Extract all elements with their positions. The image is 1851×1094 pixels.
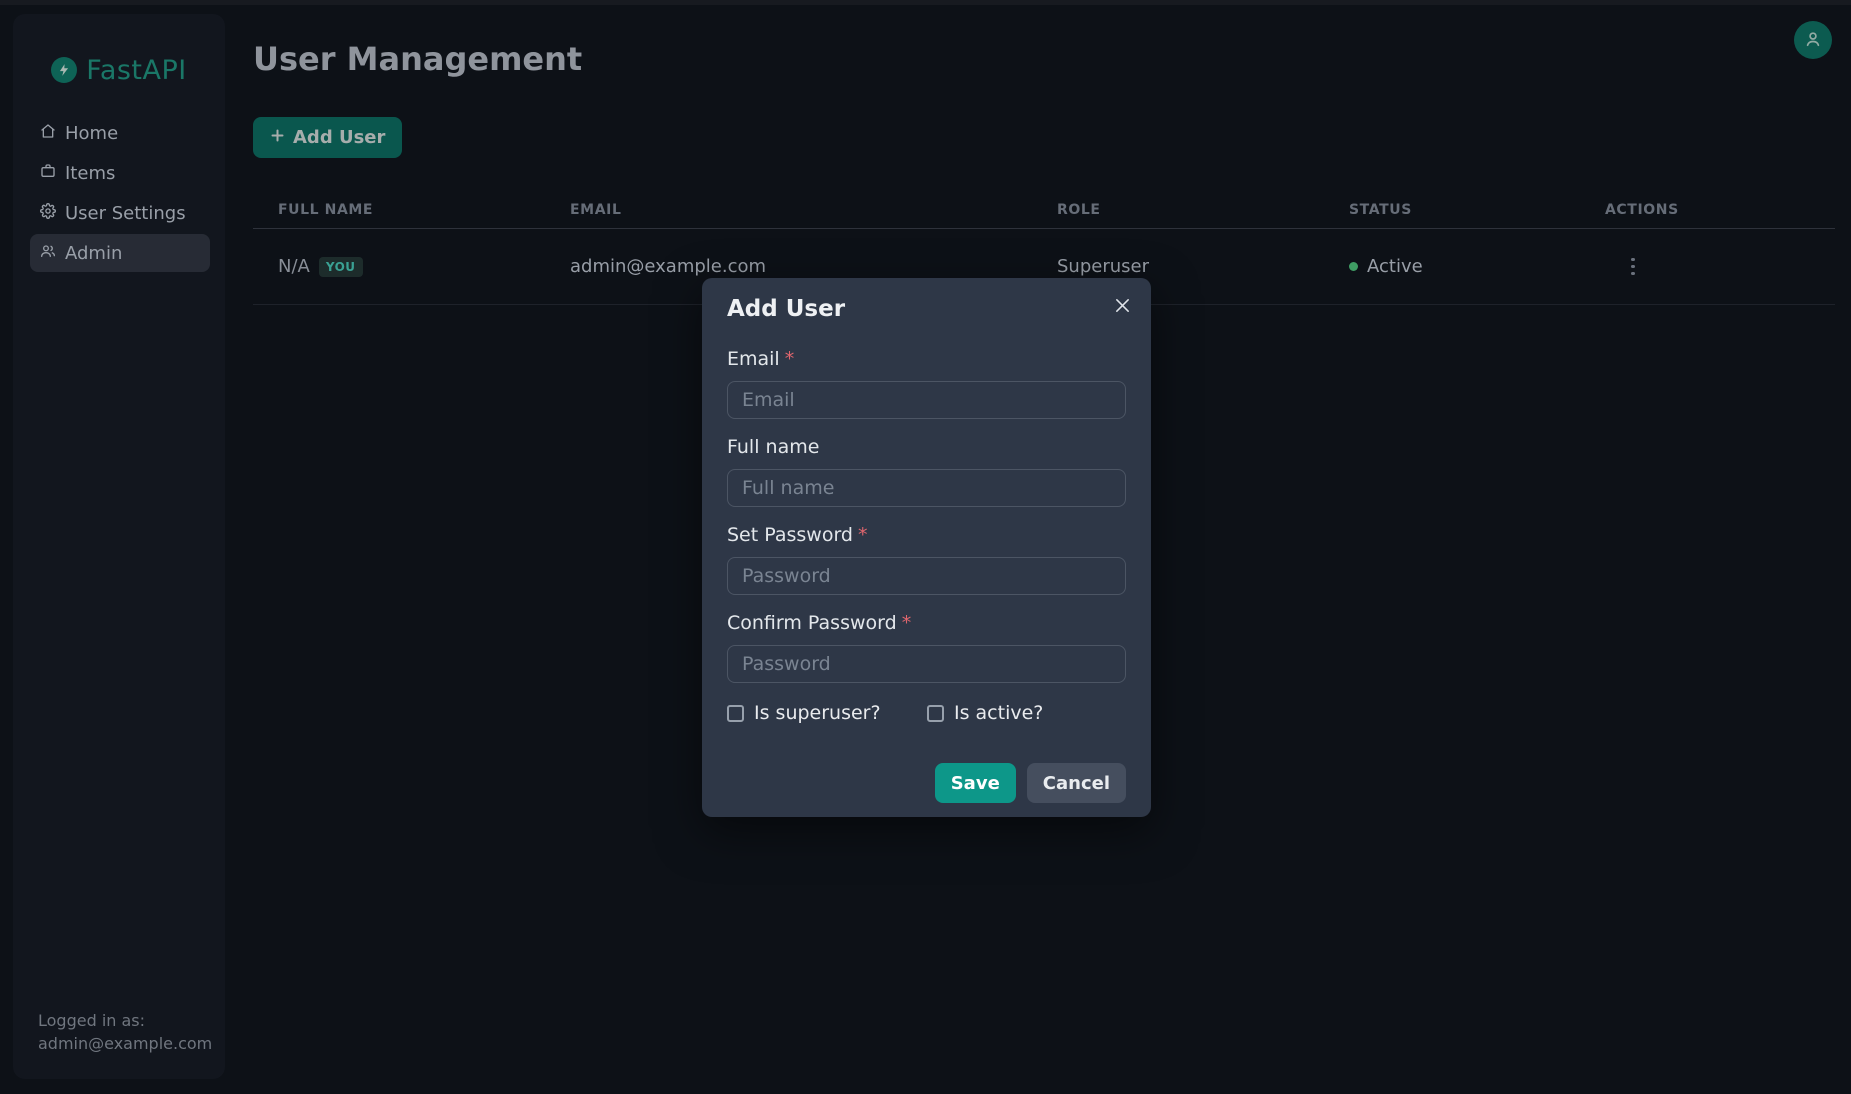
cell-status: Active	[1324, 256, 1580, 277]
close-icon[interactable]	[1109, 292, 1135, 318]
confirm-password-field[interactable]	[727, 645, 1126, 683]
full-name-field[interactable]	[727, 469, 1126, 507]
full-name-value: N/A	[278, 256, 310, 277]
user-avatar-icon	[1803, 29, 1823, 52]
logged-in-as-label: Logged in as:	[38, 1009, 212, 1032]
label-text: Email	[727, 348, 780, 370]
column-header-email: EMAIL	[545, 202, 1032, 218]
active-status-dot	[1349, 262, 1358, 271]
modal-actions: Save Cancel	[727, 763, 1126, 803]
column-header-full-name: FULL NAME	[253, 202, 545, 218]
sidebar-item-items[interactable]: Items	[30, 154, 210, 192]
cancel-button[interactable]: Cancel	[1027, 763, 1126, 803]
sidebar-nav: Home Items User Settings Admin	[13, 114, 225, 272]
is-superuser-checkbox-group[interactable]: Is superuser?	[727, 702, 927, 724]
table-header-row: FULL NAME EMAIL ROLE STATUS ACTIONS	[253, 192, 1835, 229]
sidebar-item-admin[interactable]: Admin	[30, 234, 210, 272]
gear-icon	[40, 203, 56, 224]
brand-name: FastAPI	[86, 55, 186, 86]
plus-icon	[270, 127, 285, 148]
column-header-status: STATUS	[1324, 202, 1580, 218]
column-header-actions: ACTIONS	[1580, 202, 1835, 218]
modal-checkboxes-row: Is superuser? Is active?	[727, 702, 1126, 724]
page-title: User Management	[253, 40, 582, 78]
is-active-checkbox[interactable]	[927, 705, 944, 722]
required-marker: *	[858, 524, 868, 546]
sidebar-item-label: User Settings	[65, 203, 186, 224]
full-name-field-label: Full name	[727, 436, 1126, 458]
cell-full-name: N/A YOU	[253, 256, 545, 277]
label-text: Full name	[727, 436, 819, 458]
sidebar-item-label: Items	[65, 163, 115, 184]
set-password-field-group: Set Password*	[727, 524, 1126, 595]
is-superuser-checkbox[interactable]	[727, 705, 744, 722]
confirm-password-field-label: Confirm Password*	[727, 612, 1126, 634]
add-user-modal: Add User Email* Full name Set Password* …	[702, 278, 1151, 817]
required-marker: *	[785, 348, 795, 370]
add-user-button-label: Add User	[293, 127, 385, 148]
top-edge-strip	[0, 0, 1851, 5]
row-actions-kebab-menu-icon[interactable]	[1627, 254, 1639, 280]
is-superuser-label: Is superuser?	[754, 702, 881, 724]
add-user-button[interactable]: Add User	[253, 117, 402, 158]
home-icon	[40, 123, 56, 144]
briefcase-icon	[40, 163, 56, 184]
required-marker: *	[902, 612, 912, 634]
logged-in-email: admin@example.com	[38, 1032, 212, 1055]
email-field[interactable]	[727, 381, 1126, 419]
lightning-icon	[51, 57, 77, 83]
label-text: Confirm Password	[727, 612, 897, 634]
cell-actions	[1580, 254, 1835, 280]
fastapi-logo: FastAPI	[13, 54, 225, 86]
sidebar-item-label: Home	[65, 123, 118, 144]
full-name-field-group: Full name	[727, 436, 1126, 507]
column-header-role: ROLE	[1032, 202, 1324, 218]
set-password-field-label: Set Password*	[727, 524, 1126, 546]
logged-in-info: Logged in as: admin@example.com	[38, 1009, 212, 1055]
set-password-field[interactable]	[727, 557, 1126, 595]
you-badge: YOU	[319, 257, 363, 277]
cell-email: admin@example.com	[545, 256, 1032, 277]
confirm-password-field-group: Confirm Password*	[727, 612, 1126, 683]
is-active-checkbox-group[interactable]: Is active?	[927, 702, 1043, 724]
user-menu-button[interactable]	[1794, 21, 1832, 59]
cell-role: Superuser	[1032, 256, 1324, 277]
email-field-group: Email*	[727, 348, 1126, 419]
label-text: Set Password	[727, 524, 853, 546]
sidebar-item-user-settings[interactable]: User Settings	[30, 194, 210, 232]
sidebar-item-label: Admin	[65, 243, 122, 264]
is-active-label: Is active?	[954, 702, 1043, 724]
status-value: Active	[1367, 256, 1423, 277]
users-icon	[40, 243, 56, 264]
sidebar-item-home[interactable]: Home	[30, 114, 210, 152]
modal-title: Add User	[727, 296, 1126, 322]
save-button[interactable]: Save	[935, 763, 1016, 803]
sidebar: FastAPI Home Items User Settings Admin	[13, 14, 225, 1079]
email-field-label: Email*	[727, 348, 1126, 370]
